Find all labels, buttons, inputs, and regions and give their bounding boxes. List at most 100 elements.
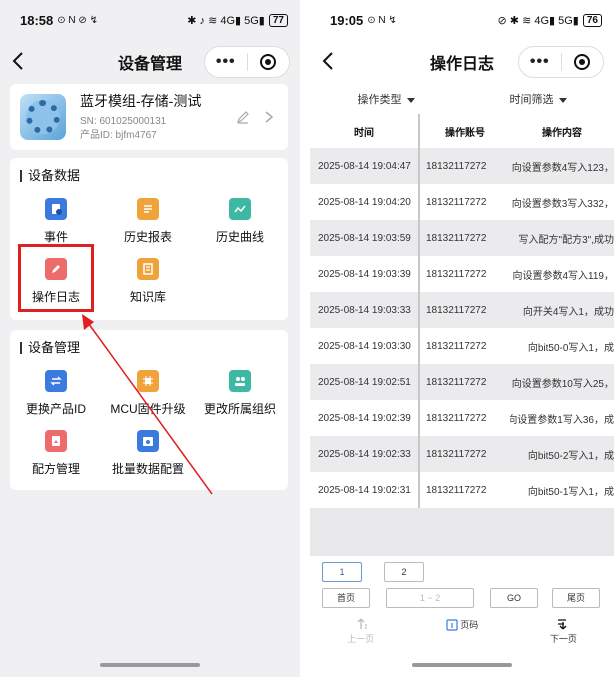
status-right-icons: ⊘ ✱ ≋ 4G▮ 5G▮ [497, 14, 579, 27]
record-icon [574, 54, 591, 70]
chevron-right-icon[interactable] [264, 110, 274, 124]
grid-item-knowledge-base[interactable]: 知识库 [102, 258, 194, 305]
page-2-button[interactable]: 2 [384, 562, 424, 582]
cell-content-text: 向设置参数10写入25， [511, 378, 614, 390]
go-button[interactable]: GO [490, 588, 538, 608]
cell-account-text: 18132117272 [426, 376, 487, 388]
cell-account-text: 18132117272 [426, 196, 487, 208]
mini-program-capsule: ••• [518, 46, 604, 78]
more-menu-button[interactable]: ••• [205, 47, 247, 77]
operation-log-screen: 19:05 ⊙ N ↯ ⊘ ✱ ≋ 4G▮ 5G▮ 76 操作日志 ••• 操作… [310, 0, 614, 677]
cell-account: 18132117272 [420, 220, 510, 256]
filter-label: 操作类型 [357, 94, 402, 106]
filter-bar: 操作类型 时间筛选 [310, 84, 614, 116]
cell-account-text: 18132117272 [426, 232, 487, 244]
cell-account-text: 18132117272 [426, 412, 487, 424]
cell-time-text: 2025-08-14 19:03:30 [318, 340, 411, 352]
edit-icon[interactable] [236, 110, 250, 124]
cell-time: 2025-08-14 19:03:30 [310, 328, 420, 364]
cell-time: 2025-08-14 19:04:20 [310, 184, 420, 220]
page-code-label: 页码 [460, 620, 479, 630]
device-sn: SN: 601025000131 [80, 116, 167, 127]
device-management-screen: 18:58 ⊙ N ⊘ ↯ ✱ ♪ ≋ 4G▮ 5G▮ 77 设备管理 ••• … [0, 0, 300, 677]
back-arrow-icon[interactable] [318, 50, 340, 72]
status-bar: 18:58 ⊙ N ⊘ ↯ ✱ ♪ ≋ 4G▮ 5G▮ 77 [0, 0, 300, 40]
status-indicators: ⊙ N ↯ [367, 14, 397, 26]
prev-page-label: 上一页 [347, 634, 375, 644]
cell-time: 2025-08-14 19:03:39 [310, 256, 420, 292]
filter-operation-type[interactable]: 操作类型 [310, 84, 462, 116]
cell-account: 18132117272 [420, 400, 510, 436]
header-account: 操作账号 [445, 127, 485, 139]
last-page-button[interactable]: 尾页 [552, 588, 600, 608]
recipe-icon [45, 430, 67, 452]
grid-item-history-curve[interactable]: 历史曲线 [194, 198, 286, 245]
table-row: 2025-08-14 19:02:51 18132117272 向设置参数10写入2… [310, 364, 614, 400]
cell-content-text: 向开关4写入1，成功 [522, 306, 614, 318]
grid-label: 知识库 [129, 290, 166, 304]
back-arrow-icon[interactable] [8, 50, 30, 72]
more-menu-button[interactable]: ••• [519, 47, 561, 77]
cell-content-text: 向设置参数3写入332， [511, 198, 614, 210]
next-page-button[interactable]: 下一页 [513, 618, 614, 654]
cell-time: 2025-08-14 19:04:47 [310, 148, 420, 184]
status-time: 18:58 [20, 12, 54, 28]
page-title: 操作日志 [429, 56, 494, 73]
cell-time-text: 2025-08-14 19:03:33 [318, 304, 411, 316]
event-icon [45, 198, 67, 220]
log-table[interactable]: 时间 操作账号 操作内容 2025-08-14 19:04:47 18132117… [310, 114, 614, 556]
home-indicator [412, 663, 512, 667]
section-title-device-data: 设备数据 [20, 169, 80, 182]
close-mini-program-button[interactable] [562, 54, 604, 70]
prev-page-button[interactable]: 上一页 [310, 618, 411, 654]
annotation-arrow-icon [82, 314, 213, 495]
cell-content: 向bit50-2写入1，成 [510, 436, 614, 472]
cell-content: 向设置参数4写入123， [510, 148, 614, 184]
cell-account-text: 18132117272 [426, 268, 487, 280]
cell-account-text: 18132117272 [426, 160, 487, 172]
battery-icon: 77 [268, 13, 288, 27]
table-row: 2025-08-14 19:02:39 18132117272 向设置参数1写入36… [310, 400, 614, 436]
cell-content-text: 向设置参数4写入123， [511, 162, 614, 174]
cell-content: 写入配方"配方3",成功 [510, 220, 614, 256]
grid-label: 历史曲线 [215, 230, 264, 244]
page-1-button[interactable]: 1 [322, 562, 362, 582]
cell-content-text: 向设置参数1写入36，成 [510, 414, 614, 426]
cell-time-text: 2025-08-14 19:04:20 [318, 196, 411, 208]
table-row: 2025-08-14 19:04:47 18132117272 向设置参数4写入12… [310, 148, 614, 184]
home-indicator [100, 663, 200, 667]
next-page-icon [558, 619, 567, 630]
first-page-button[interactable]: 首页 [322, 588, 370, 608]
header-time: 时间 [310, 114, 420, 148]
device-actions [236, 110, 274, 124]
grid-label: 事件 [43, 230, 68, 244]
close-mini-program-button[interactable] [248, 54, 290, 70]
grid-item-event[interactable]: 事件 [10, 198, 102, 245]
page-range-input[interactable]: 1 ~ 2 [386, 588, 474, 608]
cell-time-text: 2025-08-14 19:03:59 [318, 232, 411, 244]
cell-time-text: 2025-08-14 19:04:47 [318, 160, 411, 172]
cell-time: 2025-08-14 19:02:33 [310, 436, 420, 472]
header-content: 操作内容 [542, 127, 582, 139]
grid-item-history-report[interactable]: 历史报表 [102, 198, 194, 245]
cell-time-text: 2025-08-14 19:02:51 [318, 376, 411, 388]
cell-content: 向bit50-0写入1，成 [510, 328, 614, 364]
table-row: 2025-08-14 19:03:39 18132117272 向设置参数4写入11… [310, 256, 614, 292]
cell-account: 18132117272 [420, 328, 510, 364]
table-row: 2025-08-14 19:03:33 18132117272 向开关4写入1，成功 [310, 292, 614, 328]
cell-time: 2025-08-14 19:02:39 [310, 400, 420, 436]
caret-down-icon [406, 97, 415, 103]
cell-content-text: 向bit50-1写入1，成 [527, 486, 614, 498]
cell-time-text: 2025-08-14 19:02:39 [318, 412, 411, 424]
device-product-id: 产品ID: bjfm4767 [80, 130, 157, 141]
device-card[interactable]: 蓝牙模组-存储-测试 SN: 601025000131 产品ID: bjfm47… [10, 84, 288, 150]
bottom-nav: 上一页 页码 下一页 [310, 618, 614, 654]
filter-time[interactable]: 时间筛选 [462, 84, 614, 116]
table-row: 2025-08-14 19:02:31 18132117272 向bit50-1写入… [310, 472, 614, 508]
page-code-button[interactable]: 页码 [411, 618, 512, 654]
screen-gap [300, 0, 310, 677]
battery-icon: 76 [582, 13, 602, 27]
caret-down-icon [558, 97, 567, 103]
status-indicators: ⊙ N ⊘ ↯ [57, 14, 98, 26]
cell-account-text: 18132117272 [426, 448, 487, 460]
